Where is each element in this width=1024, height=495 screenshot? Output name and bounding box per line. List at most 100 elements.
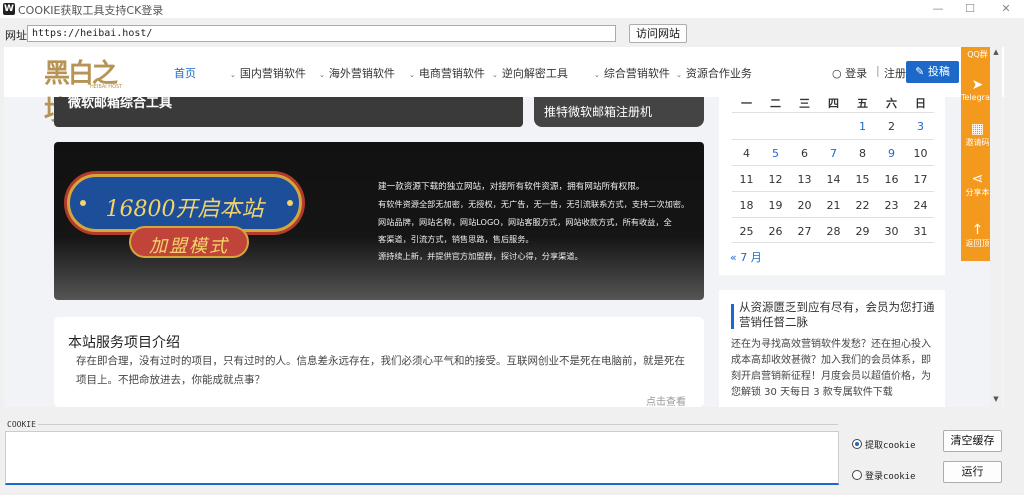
calendar-day: 23 [884, 199, 899, 212]
nav-item[interactable]: ⌄ 海外营销软件 [319, 65, 395, 81]
calendar-day: 15 [855, 173, 870, 186]
weekday-label: 一 [741, 97, 752, 110]
chevron-down-icon: ⌄ [492, 71, 498, 79]
vertical-scrollbar[interactable]: ▲ ▼ [990, 47, 1002, 407]
login-cookie-radio[interactable] [852, 470, 862, 480]
nav-item-label: 国内营销软件 [239, 67, 306, 80]
promo-banner[interactable]: 16800开启本站 加盟模式 建一款资源下载的独立网站，对接所有软件资源，拥有网… [54, 142, 704, 300]
url-input[interactable]: https://heibai.host/ [27, 25, 616, 42]
nav-item-label: 海外营销软件 [328, 67, 395, 80]
service-intro-card: 本站服务项目介绍 存在即合理，没有过时的项目，只有过时的人。信息差永远存在，我们… [54, 317, 704, 407]
nav-item-label: 资源合作业务 [685, 67, 752, 80]
register-link[interactable]: 注册 [884, 65, 906, 81]
group-divider [38, 424, 838, 425]
calendar-day: 14 [826, 173, 841, 186]
banner-text-line: 源持续上新，并提供官方加盟群，探讨心得，分享渠道。 [378, 251, 583, 262]
chevron-down-icon: ⌄ [230, 71, 236, 79]
calendar-day[interactable]: 3 [906, 120, 935, 133]
scroll-up-icon[interactable]: ▲ [991, 47, 1001, 57]
calendar-day[interactable]: 1 [848, 120, 877, 133]
weekday-label: 五 [857, 97, 868, 110]
run-button[interactable]: 运行 [943, 461, 1002, 483]
view-more-link[interactable]: 点击查看 [646, 393, 686, 407]
accent-bar [731, 304, 734, 329]
weekday-label: 四 [828, 97, 839, 110]
nav-item-label: 首页 [174, 67, 196, 80]
service-text: 存在即合理，没有过时的项目，只有过时的人。信息差永远存在，我们必须心平气和的接受… [76, 355, 685, 386]
weekday-label: 三 [799, 97, 810, 110]
url-row: 网址 https://heibai.host/ [0, 21, 1024, 45]
calendar-day: 10 [913, 147, 928, 160]
badge-dot [287, 200, 293, 206]
banner-text-line: 客渠道，引流方式，销售思路，售后服务。 [378, 233, 534, 244]
tool-card[interactable]: 推特微软邮箱注册机 [534, 97, 704, 127]
search-icon[interactable]: ○ [832, 67, 842, 80]
calendar-day: 20 [797, 199, 812, 212]
calendar-row-divider [732, 191, 934, 192]
login-cookie-label[interactable]: 登录cookie [865, 469, 916, 482]
calendar-day[interactable]: 5 [761, 147, 790, 160]
site-logo[interactable]: 黑白之境 HEIBAI HOST [44, 53, 130, 126]
extract-cookie-label[interactable]: 提取cookie [865, 438, 916, 451]
nav-item[interactable]: ⌄ 电商营销软件 [409, 65, 485, 81]
nav-item[interactable]: ⌄ 国内营销软件 [230, 65, 306, 81]
weekday-label: 六 [886, 97, 897, 110]
minimize-button[interactable]: — [920, 0, 956, 18]
calendar-header: 一二三四五六日 [732, 95, 934, 111]
calendar-day: 13 [797, 173, 812, 186]
url-label: 网址 [5, 29, 27, 42]
chevron-down-icon: ⌄ [594, 71, 600, 79]
calendar-day: 8 [859, 147, 866, 160]
calendar-day: 11 [739, 173, 754, 186]
calendar-day: 27 [797, 225, 812, 238]
calendar-row-divider [732, 112, 934, 113]
banner-text-line: 有软件资源全部无加密，无授权，无广告，无一告，无引流联系方式，支持二次加密。 [378, 199, 690, 210]
maximize-button[interactable]: ☐ [952, 0, 988, 18]
nav-item[interactable]: 首页 [174, 65, 196, 81]
service-title: 本站服务项目介绍 [68, 335, 180, 351]
banner-text-line: 网站品牌，网站名称，网站LOGO，网站客服方式，网站收款方式，所有收益，全 [378, 216, 672, 227]
membership-promo: 从资源匮乏到应有尽有，会员为您打通营销任督二脉 还在为寻找高效营销软件发愁？还在… [719, 290, 945, 407]
close-button[interactable]: ✕ [988, 0, 1024, 18]
login-label[interactable]: 登录 [845, 67, 867, 80]
calendar-row-divider [732, 139, 934, 140]
extract-cookie-radio[interactable] [852, 439, 862, 449]
weekday-label: 日 [915, 97, 926, 110]
clear-cache-button[interactable]: 清空缓存 [943, 430, 1002, 452]
calendar-row-divider [732, 165, 934, 166]
browser-view[interactable]: 黑白之境 HEIBAI HOST 首页⌄国内营销软件⌄海外营销软件⌄电商营销软件… [4, 47, 1004, 407]
calendar-day: 6 [801, 147, 808, 160]
cookie-group-label: COOKIE [7, 420, 36, 429]
chevron-down-icon: ⌄ [409, 71, 415, 79]
window-title: COOKIE获取工具支持CK登录 [18, 4, 164, 17]
calendar-day[interactable]: 9 [877, 147, 906, 160]
login-link[interactable]: ○ 登录 [832, 65, 867, 81]
calendar-day: 30 [884, 225, 899, 238]
nav-item[interactable]: ⌄ 资源合作业务 [676, 65, 752, 81]
tool-card[interactable]: 微软邮箱综合工具 [54, 97, 523, 127]
cookie-textarea[interactable] [5, 431, 839, 485]
calendar-day: 2 [888, 120, 895, 133]
post-button[interactable]: ✎ 投稿 [906, 61, 959, 83]
calendar-day: 4 [743, 147, 750, 160]
banner-text-line: 建一款资源下载的独立网站，对接所有软件资源，拥有网站所有权限。 [378, 182, 645, 192]
nav-item[interactable]: ⌄ 逆向解密工具 [492, 65, 568, 81]
calendar-prev-month[interactable]: « 7 月 [730, 249, 762, 265]
calendar-day: 19 [768, 199, 783, 212]
scroll-down-icon[interactable]: ▼ [991, 394, 1001, 404]
calendar-day: 18 [739, 199, 754, 212]
visit-website-button[interactable]: 访问网站 [629, 24, 687, 43]
chevron-down-icon: ⌄ [319, 71, 325, 79]
calendar-day: 24 [913, 199, 928, 212]
calendar-day: 21 [826, 199, 841, 212]
calendar-day: 12 [768, 173, 783, 186]
calendar-day[interactable]: 7 [819, 147, 848, 160]
edit-icon: ✎ [915, 65, 925, 78]
weekday-label: 二 [770, 97, 781, 110]
banner-badge: 16800开启本站 [67, 174, 302, 232]
logo-subtext: HEIBAI HOST [90, 84, 123, 90]
promo-title[interactable]: 从资源匮乏到应有尽有，会员为您打通营销任督二脉 [739, 300, 939, 329]
nav-item-label: 逆向解密工具 [501, 67, 568, 80]
nav-item[interactable]: ⌄ 综合营销软件 [594, 65, 670, 81]
calendar-day: 25 [739, 225, 754, 238]
